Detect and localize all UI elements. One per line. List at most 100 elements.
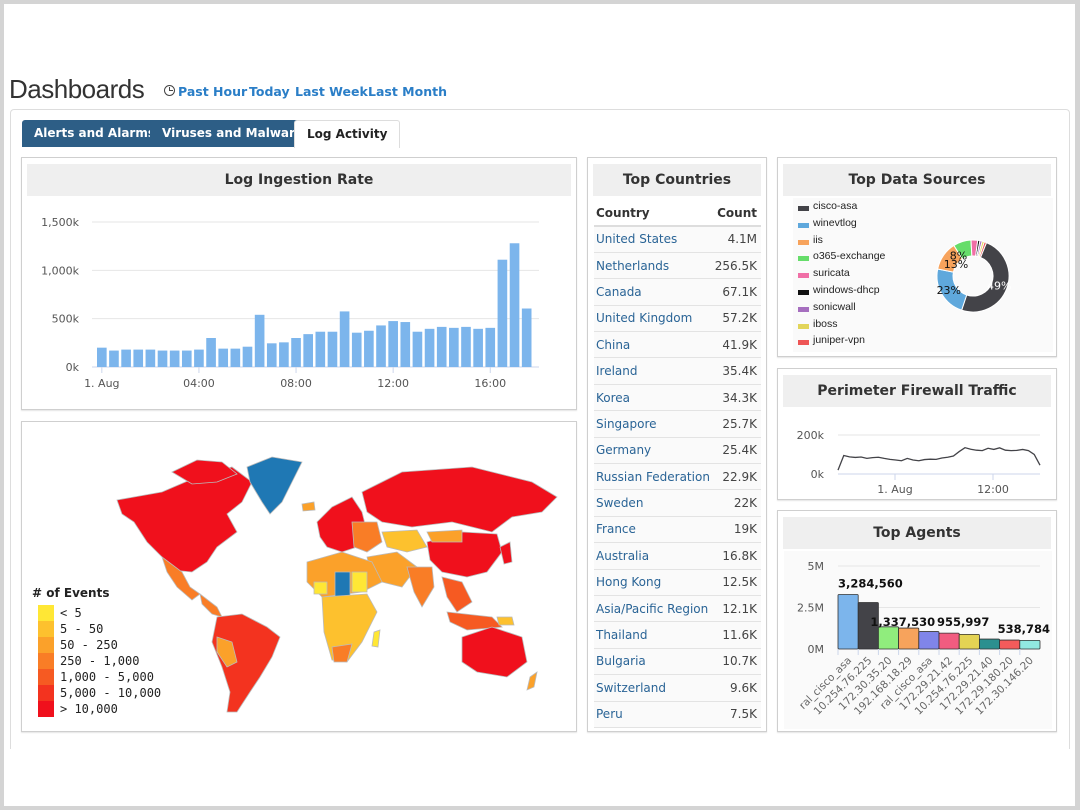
map-region-iceland[interactable] bbox=[301, 501, 316, 512]
country-link[interactable]: Russian Federation bbox=[594, 463, 713, 491]
ingestion-bar[interactable] bbox=[97, 347, 107, 367]
ingestion-bar[interactable] bbox=[266, 343, 277, 367]
map-region-russia[interactable] bbox=[361, 466, 558, 533]
ingestion-bar[interactable] bbox=[339, 311, 350, 367]
map-region-japan-korea[interactable] bbox=[499, 541, 513, 565]
ingestion-bar[interactable] bbox=[461, 326, 471, 367]
country-link[interactable]: United Kingdom bbox=[594, 305, 713, 333]
ingestion-bar[interactable] bbox=[218, 348, 229, 367]
range-last-month[interactable]: Last Month bbox=[368, 84, 447, 99]
ingestion-bar[interactable] bbox=[485, 327, 496, 367]
country-link[interactable]: Switzerland bbox=[594, 674, 713, 702]
agent-bar[interactable] bbox=[837, 594, 859, 650]
map-region-png[interactable] bbox=[496, 616, 515, 626]
country-link[interactable]: Australia bbox=[594, 542, 713, 570]
ingestion-bar[interactable] bbox=[206, 338, 216, 367]
tab-alerts-and-alarms[interactable]: Alerts and Alarms bbox=[22, 120, 167, 147]
ingestion-bar[interactable] bbox=[133, 349, 144, 367]
ingestion-bar[interactable] bbox=[121, 349, 131, 367]
map-region-se-asia[interactable] bbox=[441, 576, 473, 613]
ingestion-bar[interactable] bbox=[327, 331, 338, 367]
ingestion-bar[interactable] bbox=[230, 348, 241, 367]
ingestion-bar[interactable] bbox=[497, 259, 508, 367]
ingestion-bar[interactable] bbox=[473, 328, 483, 367]
agent-bar[interactable] bbox=[918, 631, 940, 650]
map-region-africa-sahel-yellow[interactable] bbox=[313, 581, 328, 595]
ingestion-bar[interactable] bbox=[181, 350, 192, 367]
ingestion-bar[interactable] bbox=[254, 314, 265, 367]
map-region-south-america[interactable] bbox=[211, 613, 281, 713]
agent-bar[interactable] bbox=[898, 627, 920, 650]
country-link[interactable]: China bbox=[594, 331, 713, 359]
map-region-australia[interactable] bbox=[461, 626, 528, 678]
map-region-chad[interactable] bbox=[334, 571, 351, 598]
map-region-india[interactable] bbox=[406, 566, 435, 608]
ingestion-bar[interactable] bbox=[145, 349, 156, 367]
ingestion-bar[interactable] bbox=[194, 349, 204, 367]
ingestion-bar[interactable] bbox=[521, 308, 532, 367]
ingestion-bar[interactable] bbox=[157, 350, 168, 367]
agent-bar[interactable] bbox=[1019, 639, 1041, 650]
range-past-hour[interactable]: Past Hour bbox=[178, 84, 247, 99]
ingestion-bar[interactable] bbox=[315, 331, 326, 367]
ingestion-bar[interactable] bbox=[509, 243, 520, 367]
map-region-mongolia[interactable] bbox=[426, 529, 463, 543]
ingestion-bar[interactable] bbox=[436, 326, 447, 367]
range-last-week[interactable]: Last Week bbox=[295, 84, 368, 99]
country-link[interactable]: Korea bbox=[594, 384, 713, 412]
ingestion-bar[interactable] bbox=[279, 342, 289, 367]
country-link[interactable]: Asia/Pacific Region bbox=[594, 595, 713, 623]
firewall-series-line[interactable] bbox=[837, 446, 1041, 471]
country-link[interactable]: Hong Kong bbox=[594, 569, 713, 596]
country-link[interactable]: Sweden bbox=[594, 489, 713, 517]
agent-bar[interactable] bbox=[958, 633, 980, 650]
country-link[interactable]: Singapore bbox=[594, 410, 713, 438]
map-legend-item[interactable]: 5,000 - 10,000 bbox=[38, 685, 168, 701]
map-region-north-america[interactable] bbox=[116, 466, 253, 573]
ingestion-bar[interactable] bbox=[400, 322, 411, 367]
map-legend-item[interactable]: 5 - 50 bbox=[38, 621, 168, 637]
ingestion-bar[interactable] bbox=[376, 325, 386, 367]
map-legend-item[interactable]: 50 - 250 bbox=[38, 637, 168, 653]
ingestion-bar[interactable] bbox=[242, 346, 253, 367]
country-link[interactable]: Germany bbox=[594, 437, 713, 465]
ingestion-bar[interactable] bbox=[364, 330, 374, 367]
map-region-central-america[interactable] bbox=[199, 593, 223, 618]
map-region-central-asia[interactable] bbox=[381, 529, 428, 553]
country-link[interactable]: Canada bbox=[594, 278, 713, 306]
map-legend-item[interactable]: 250 - 1,000 bbox=[38, 653, 168, 669]
country-link[interactable]: Peru bbox=[594, 701, 713, 728]
ingestion-bar[interactable] bbox=[412, 331, 423, 367]
map-legend-item[interactable]: > 10,000 bbox=[38, 701, 168, 717]
country-link[interactable]: France bbox=[594, 516, 713, 544]
agent-bar[interactable] bbox=[999, 639, 1021, 650]
ingestion-bar[interactable] bbox=[388, 321, 398, 367]
ingestion-bar[interactable] bbox=[109, 350, 119, 367]
country-link[interactable]: Ireland bbox=[594, 357, 713, 385]
map-region-greenland[interactable] bbox=[246, 456, 303, 515]
column-header-country[interactable]: Country bbox=[594, 200, 713, 227]
map-legend-item[interactable]: < 5 bbox=[38, 605, 168, 621]
ingestion-bar[interactable] bbox=[351, 332, 362, 367]
map-region-east-europe[interactable] bbox=[351, 521, 383, 553]
country-link[interactable]: Thailand bbox=[594, 621, 713, 649]
tab-log-activity[interactable]: Log Activity bbox=[294, 120, 401, 148]
ingestion-bar[interactable] bbox=[291, 338, 301, 367]
column-header-count[interactable]: Count bbox=[712, 200, 761, 227]
range-today[interactable]: Today bbox=[249, 84, 290, 99]
country-link[interactable]: United States bbox=[594, 226, 713, 253]
map-region-madagascar[interactable] bbox=[371, 629, 381, 648]
ingestion-bar[interactable] bbox=[449, 327, 459, 367]
country-link[interactable]: Bulgaria bbox=[594, 648, 713, 676]
agent-bar[interactable] bbox=[878, 626, 900, 650]
map-legend-item[interactable]: 1,000 - 5,000 bbox=[38, 669, 168, 685]
ingestion-bar[interactable] bbox=[303, 334, 313, 367]
agent-bar[interactable] bbox=[938, 632, 960, 650]
map-region-new-zealand[interactable] bbox=[526, 671, 538, 691]
country-link[interactable]: Netherlands bbox=[594, 252, 713, 280]
tab-viruses-and-malware[interactable]: Viruses and Malware bbox=[150, 120, 316, 147]
ingestion-bar[interactable] bbox=[424, 328, 435, 367]
ingestion-bar[interactable] bbox=[169, 350, 180, 367]
map-region-sudan[interactable] bbox=[351, 571, 368, 593]
agent-bar[interactable] bbox=[978, 638, 1000, 650]
